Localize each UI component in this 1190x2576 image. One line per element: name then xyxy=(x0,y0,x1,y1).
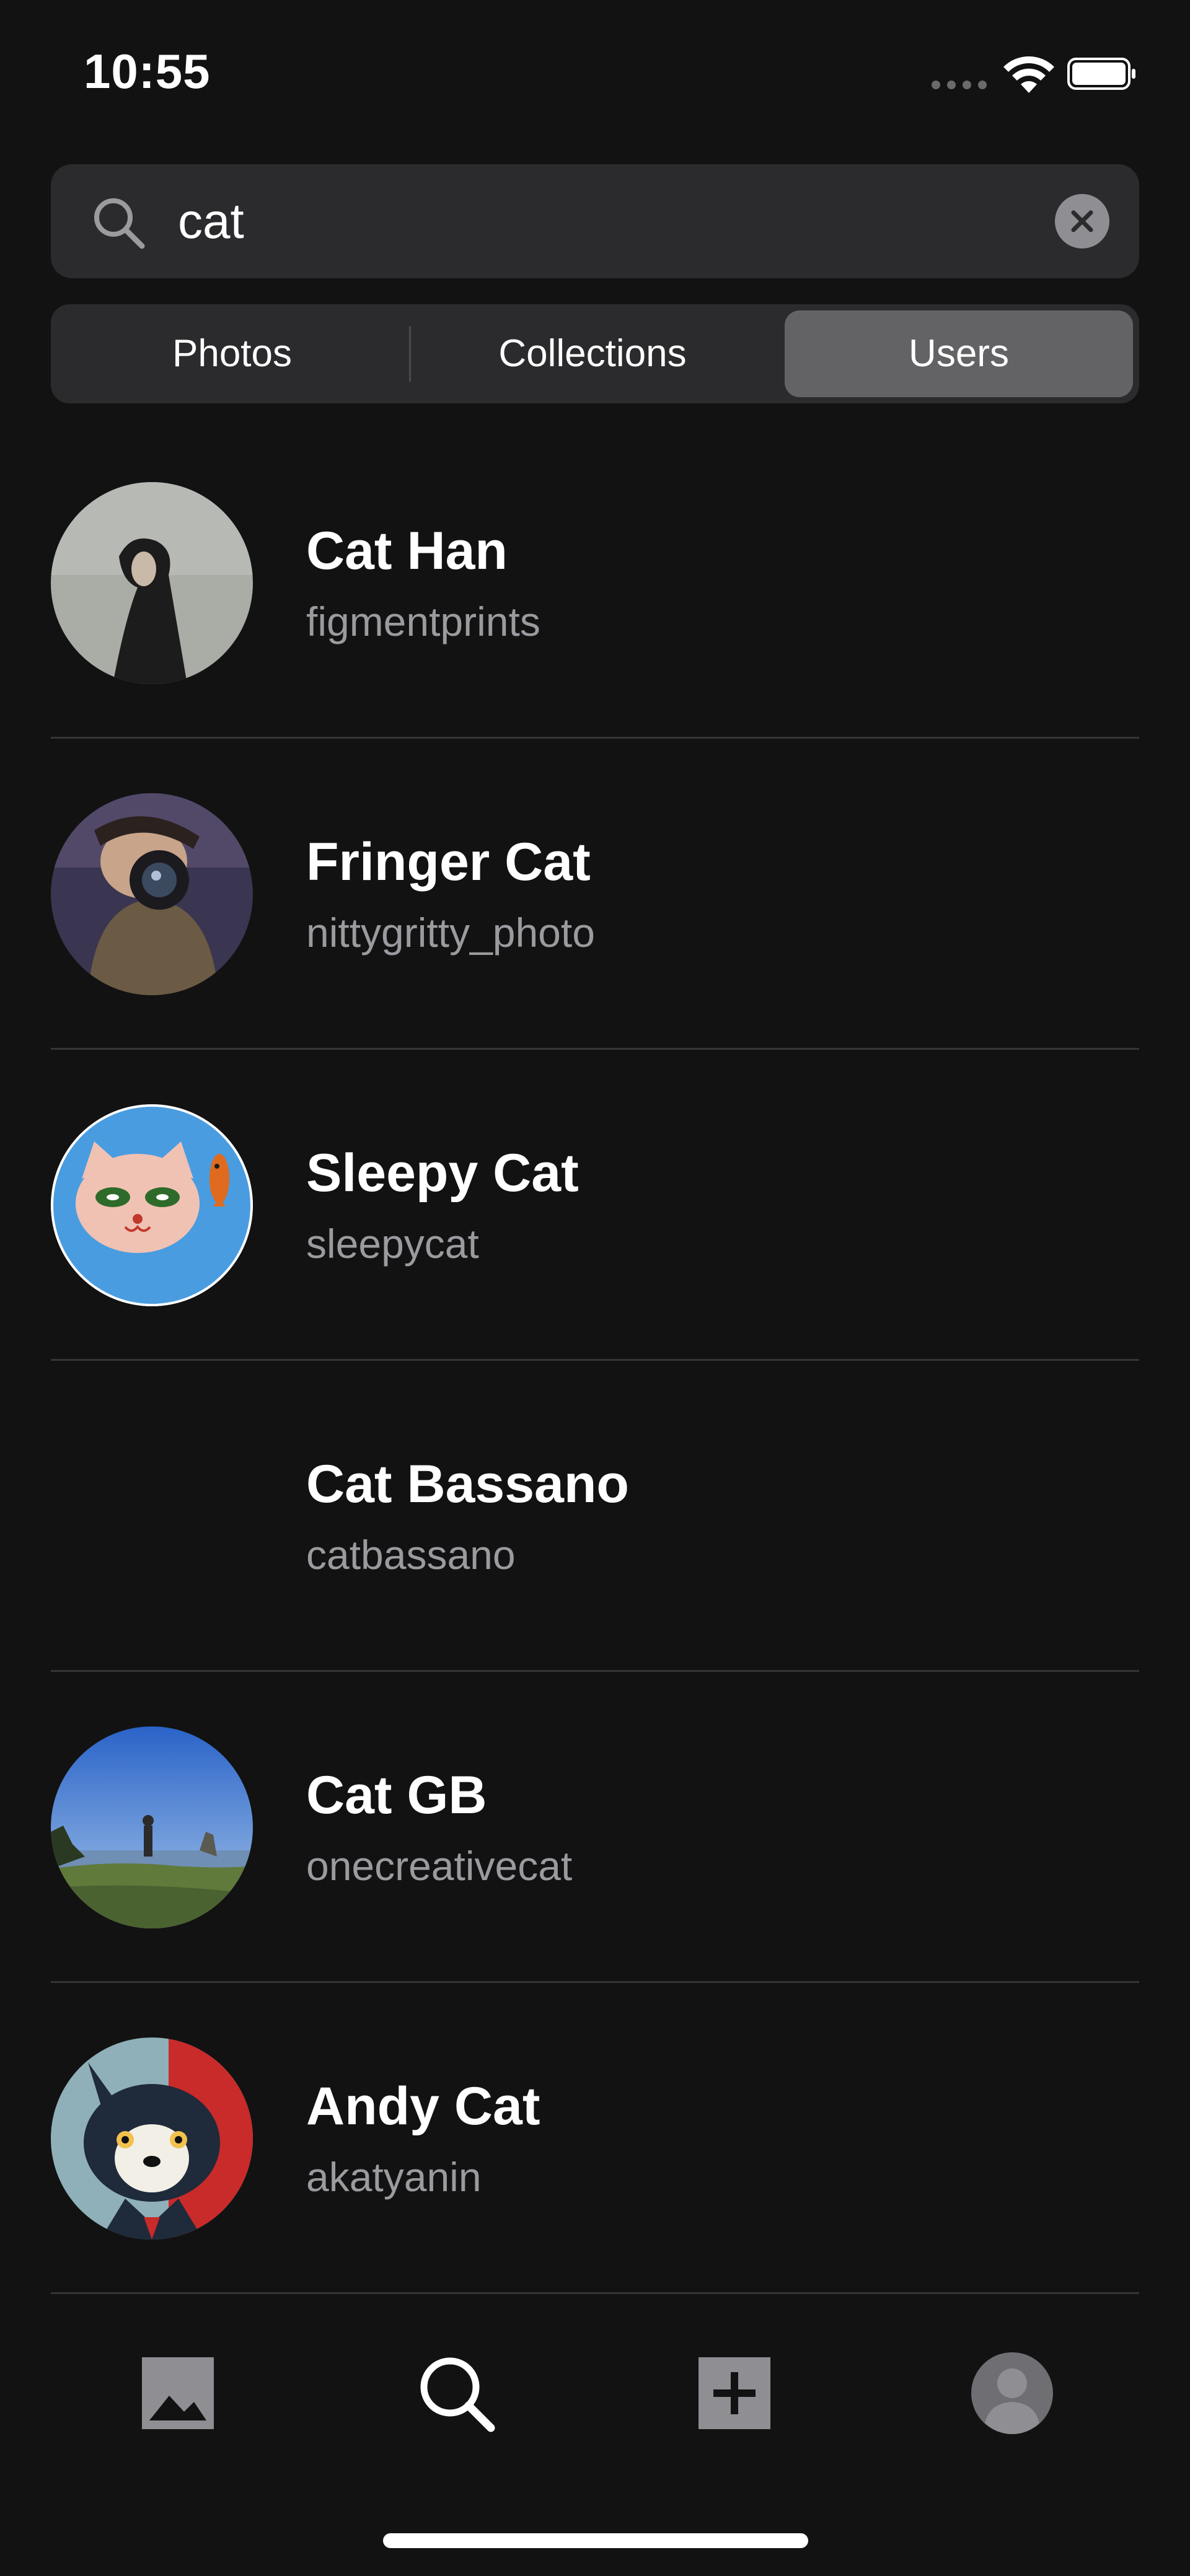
user-row[interactable]: Fringer Cat nittygritty_photo xyxy=(51,739,1139,1050)
cellular-signal-icon xyxy=(932,81,987,89)
home-indicator[interactable] xyxy=(383,2533,808,2548)
user-handle: akatyanin xyxy=(306,2154,482,2200)
close-icon xyxy=(1071,210,1093,232)
photos-icon xyxy=(142,2357,214,2429)
user-handle: nittygritty_photo xyxy=(306,910,595,956)
user-row[interactable]: Cat Bassano catbassano xyxy=(51,1361,1139,1672)
clear-search-button[interactable] xyxy=(1055,194,1109,248)
search-input[interactable] xyxy=(178,189,1046,253)
user-handle: catbassano xyxy=(306,1532,516,1578)
user-row[interactable]: Sleepy Cat sleepycat xyxy=(51,1050,1139,1361)
status-bar: 10:55 xyxy=(0,0,1190,143)
avatar xyxy=(51,482,253,684)
add-icon xyxy=(699,2357,770,2429)
user-row[interactable]: Andy Cat akatyanin xyxy=(51,1983,1139,2294)
user-name: Cat GB xyxy=(306,1765,487,1825)
search-bar[interactable] xyxy=(51,164,1139,278)
user-name: Andy Cat xyxy=(306,2077,540,2136)
avatar xyxy=(51,793,253,995)
avatar xyxy=(51,1726,253,1928)
user-handle: sleepycat xyxy=(306,1221,479,1267)
tab-add[interactable] xyxy=(685,2344,784,2443)
tab-search[interactable] xyxy=(407,2344,506,2443)
user-row[interactable]: Cat GB onecreativecat xyxy=(51,1672,1139,1983)
user-handle: onecreativecat xyxy=(306,1843,573,1889)
user-handle: figmentprints xyxy=(306,599,540,644)
segment-divider xyxy=(409,326,411,382)
avatar xyxy=(51,2038,253,2240)
search-icon xyxy=(94,198,145,249)
user-name: Sleepy Cat xyxy=(306,1143,579,1203)
tab-photos[interactable] xyxy=(128,2344,227,2443)
user-name: Cat Han xyxy=(306,521,508,581)
user-name: Fringer Cat xyxy=(306,832,591,892)
avatar xyxy=(51,1415,253,1617)
segment-collections[interactable]: Collections xyxy=(413,310,772,397)
battery-icon xyxy=(1067,58,1135,90)
wifi-icon xyxy=(1003,56,1054,93)
user-name: Cat Bassano xyxy=(306,1454,629,1514)
search-icon xyxy=(420,2357,495,2432)
profile-icon xyxy=(971,2352,1053,2434)
tab-bar xyxy=(0,2293,1190,2479)
segment-users[interactable]: Users xyxy=(785,310,1133,397)
segment-photos[interactable]: Photos xyxy=(57,310,407,397)
user-row[interactable]: Cat Han figmentprints xyxy=(51,428,1139,739)
avatar xyxy=(51,1104,253,1306)
search-scope-segmented-control: Photos Collections Users xyxy=(51,304,1139,403)
tab-profile[interactable] xyxy=(963,2344,1062,2443)
status-time: 10:55 xyxy=(84,44,211,99)
